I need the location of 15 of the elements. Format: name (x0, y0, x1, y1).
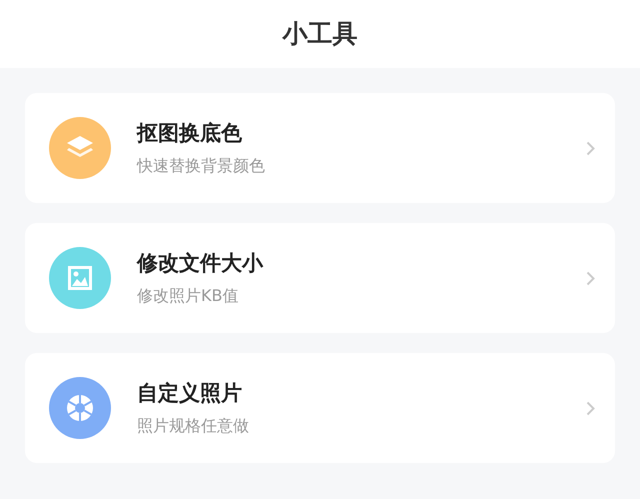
image-icon (66, 264, 94, 292)
tool-card[interactable]: 抠图换底色 快速替换背景颜色 (25, 93, 615, 203)
tool-subtitle: 快速替换背景颜色 (137, 156, 266, 176)
chevron-right-icon (586, 270, 595, 286)
chevron-right-icon (586, 400, 595, 416)
tool-subtitle: 照片规格任意做 (137, 416, 250, 436)
tool-subtitle: 修改照片KB值 (137, 286, 240, 306)
chevron-right-icon (586, 140, 595, 156)
tool-title: 抠图换底色 (137, 120, 243, 146)
aperture-icon (65, 393, 95, 423)
tool-card[interactable]: 自定义照片 照片规格任意做 (25, 353, 615, 463)
tool-title: 修改文件大小 (137, 250, 264, 276)
page-title: 小工具 (282, 18, 358, 50)
tool-title: 自定义照片 (137, 380, 243, 406)
tool-card[interactable]: 修改文件大小 修改照片KB值 (25, 223, 615, 333)
